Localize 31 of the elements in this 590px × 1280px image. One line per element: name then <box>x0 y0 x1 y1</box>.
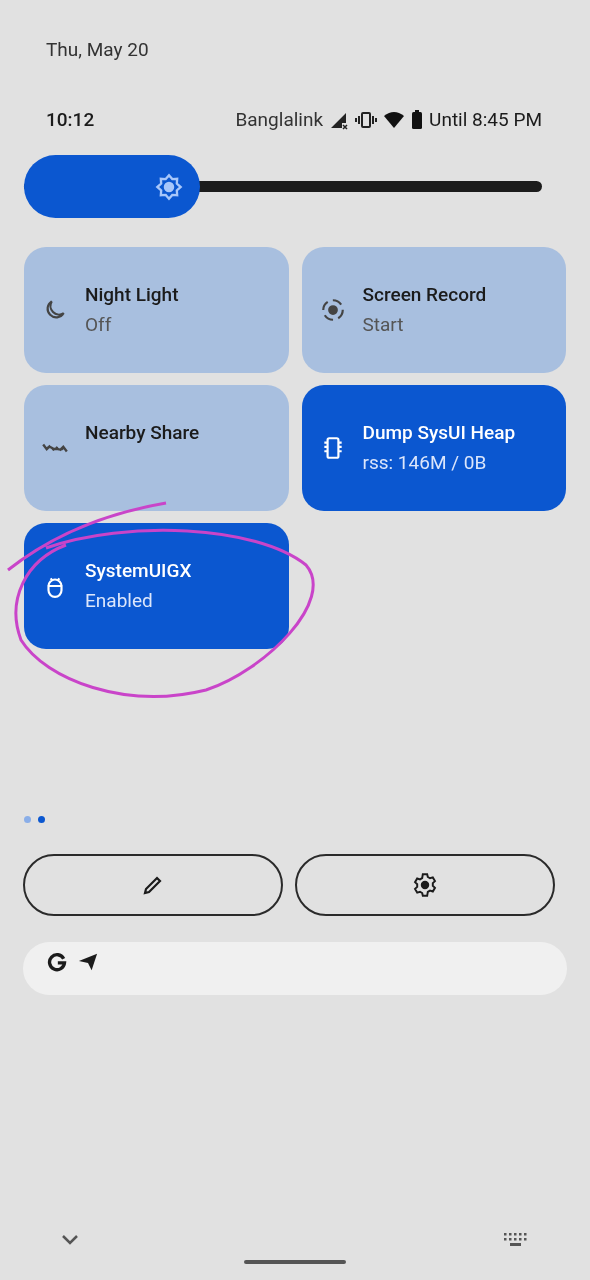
battery-text: Until 8:45 PM <box>429 106 542 133</box>
tile-status: rss: 146M / 0B <box>362 450 488 476</box>
brightness-slider[interactable] <box>24 155 542 218</box>
tile-label: Screen Record <box>362 282 487 308</box>
date-text: Thu, May 20 <box>46 38 149 61</box>
tile-label: Night Light <box>85 282 179 308</box>
tile-label: Nearby Share <box>85 420 200 446</box>
brightness-icon <box>155 172 184 201</box>
google-icon <box>47 952 67 972</box>
battery-icon <box>411 110 424 130</box>
settings-button[interactable] <box>295 854 555 916</box>
chevron-down-icon[interactable] <box>62 1235 78 1245</box>
keyboard-icon[interactable] <box>504 1233 528 1247</box>
settings-icon <box>412 872 438 898</box>
carrier-text: Banglalink <box>235 106 324 133</box>
quick-setting-tile[interactable]: Nearby Share <box>24 385 289 511</box>
quick-setting-tile[interactable]: Dump SysUI Heap rss: 146M / 0B <box>301 385 566 511</box>
tile-status: Off <box>85 312 113 338</box>
tile-status: Start <box>362 312 405 338</box>
tile-label: SystemUIGX <box>85 558 192 584</box>
time-text: 10:12 <box>46 106 95 133</box>
quick-setting-tile[interactable]: SystemUIGX Enabled <box>24 523 289 649</box>
record-icon <box>319 297 346 323</box>
wifi-icon <box>383 111 406 129</box>
vibrate-icon <box>355 110 378 130</box>
quick-setting-tile[interactable]: Night Light Off <box>24 247 289 373</box>
send-icon <box>77 952 99 972</box>
tile-label: Dump SysUI Heap <box>362 420 516 446</box>
tile-status: Enabled <box>85 588 154 614</box>
quick-setting-tile[interactable]: Screen Record Start <box>301 247 566 373</box>
edit-button[interactable] <box>23 854 283 916</box>
